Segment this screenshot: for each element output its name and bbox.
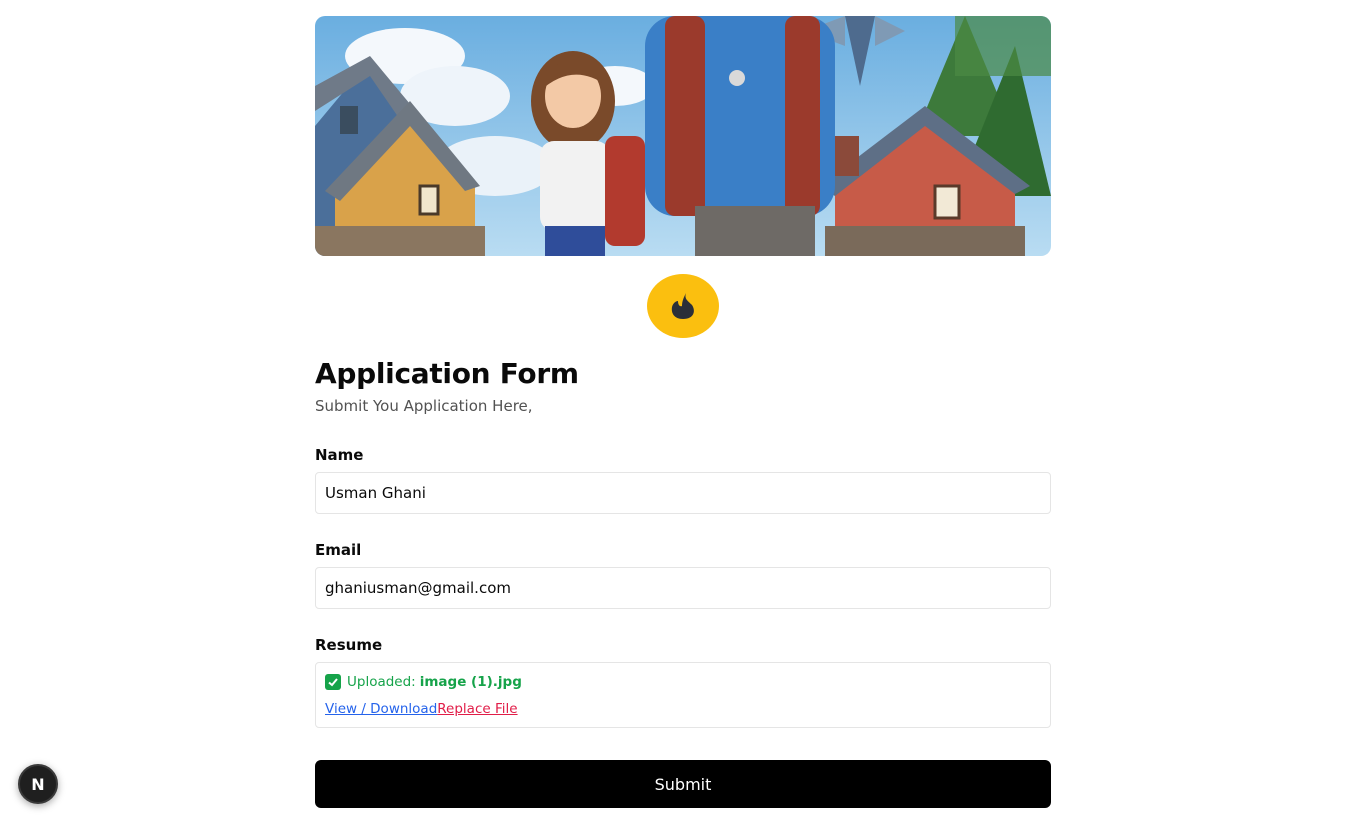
email-input[interactable]	[315, 567, 1051, 609]
banner-image	[315, 16, 1051, 256]
nextjs-badge-icon[interactable]: N	[18, 764, 58, 804]
resume-field-group: Resume Uploaded: image (1).jpg View / Do…	[315, 635, 1051, 728]
view-download-link[interactable]: View / Download	[325, 701, 437, 717]
upload-status: Uploaded: image (1).jpg	[325, 672, 1041, 692]
resume-label: Resume	[315, 636, 383, 654]
resume-upload-box: Uploaded: image (1).jpg View / DownloadR…	[315, 662, 1051, 728]
submit-button[interactable]: Submit	[315, 760, 1051, 808]
logo-container	[315, 256, 1051, 356]
check-icon	[325, 674, 341, 690]
replace-file-link[interactable]: Replace File	[437, 701, 517, 717]
upload-filename: image (1).jpg	[419, 674, 522, 690]
badge-letter: N	[31, 774, 45, 794]
name-input[interactable]	[315, 472, 1051, 514]
upload-prefix: Uploaded:	[347, 674, 416, 690]
email-label: Email	[315, 541, 362, 559]
banner-illustration	[315, 16, 1051, 256]
name-field-group: Name	[315, 445, 1051, 514]
application-page: Application Form Submit You Application …	[315, 16, 1051, 808]
email-field-group: Email	[315, 540, 1051, 609]
page-subtitle: Submit You Application Here,	[315, 397, 533, 415]
flame-logo-icon	[647, 274, 719, 338]
resume-links: View / DownloadReplace File	[325, 700, 1041, 718]
page-title: Application Form	[315, 357, 579, 390]
name-label: Name	[315, 446, 364, 464]
